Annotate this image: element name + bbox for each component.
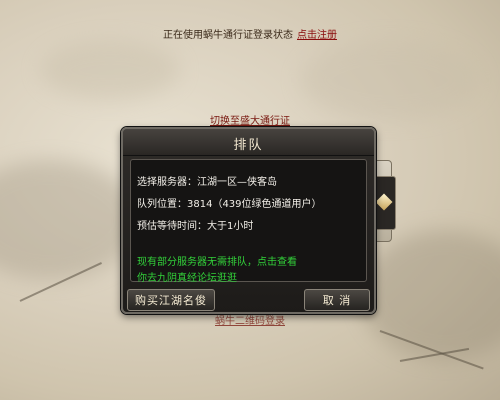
qr-login-link[interactable]: 蜗牛二维码登录 xyxy=(0,312,500,327)
no-queue-notice-link[interactable]: 现有部分服务器无需排队，点击查看 xyxy=(137,253,297,268)
forum-link-text: 九阴真经论坛逛逛 xyxy=(157,273,237,284)
queue-position: 队列位置：3814（439位绿色通道用户） xyxy=(137,199,322,210)
login-status-text: 正在使用蜗牛通行证登录状态 xyxy=(163,30,293,41)
forum-link[interactable]: 你去九阴真经论坛逛逛 xyxy=(137,269,237,284)
login-status-notice: 正在使用蜗牛通行证登录状态 点击注册 xyxy=(0,26,500,41)
dialog-title: 排队 xyxy=(233,138,264,153)
cancel-button[interactable]: 取 消 xyxy=(304,289,370,311)
estimated-wait: 预估等待时间：大于1小时 xyxy=(137,221,254,232)
ink-wash-top-right xyxy=(300,40,480,120)
switch-passport-link[interactable]: 切换至盛大通行证 xyxy=(0,112,500,127)
queue-info-panel: 选择服务器：江湖一区—侠客岛 队列位置：3814（439位绿色通道用户） 预估等… xyxy=(130,159,367,284)
server-info: 选择服务器：江湖一区—侠客岛 xyxy=(137,177,277,188)
ink-wash-top-left xyxy=(40,40,180,100)
buy-name-button[interactable]: 购买江湖名俊 xyxy=(127,289,215,311)
forum-link-prefix: 你去 xyxy=(137,273,157,284)
ink-wash-right xyxy=(360,230,500,360)
queue-dialog: 排队 选择服务器：江湖一区—侠客岛 队列位置：3814（439位绿色通道用户） … xyxy=(121,127,376,314)
ink-wash-left xyxy=(0,160,140,280)
register-link[interactable]: 点击注册 xyxy=(297,30,337,41)
dialog-title-bar: 排队 xyxy=(123,129,374,156)
diamond-arrow-icon xyxy=(375,193,393,211)
